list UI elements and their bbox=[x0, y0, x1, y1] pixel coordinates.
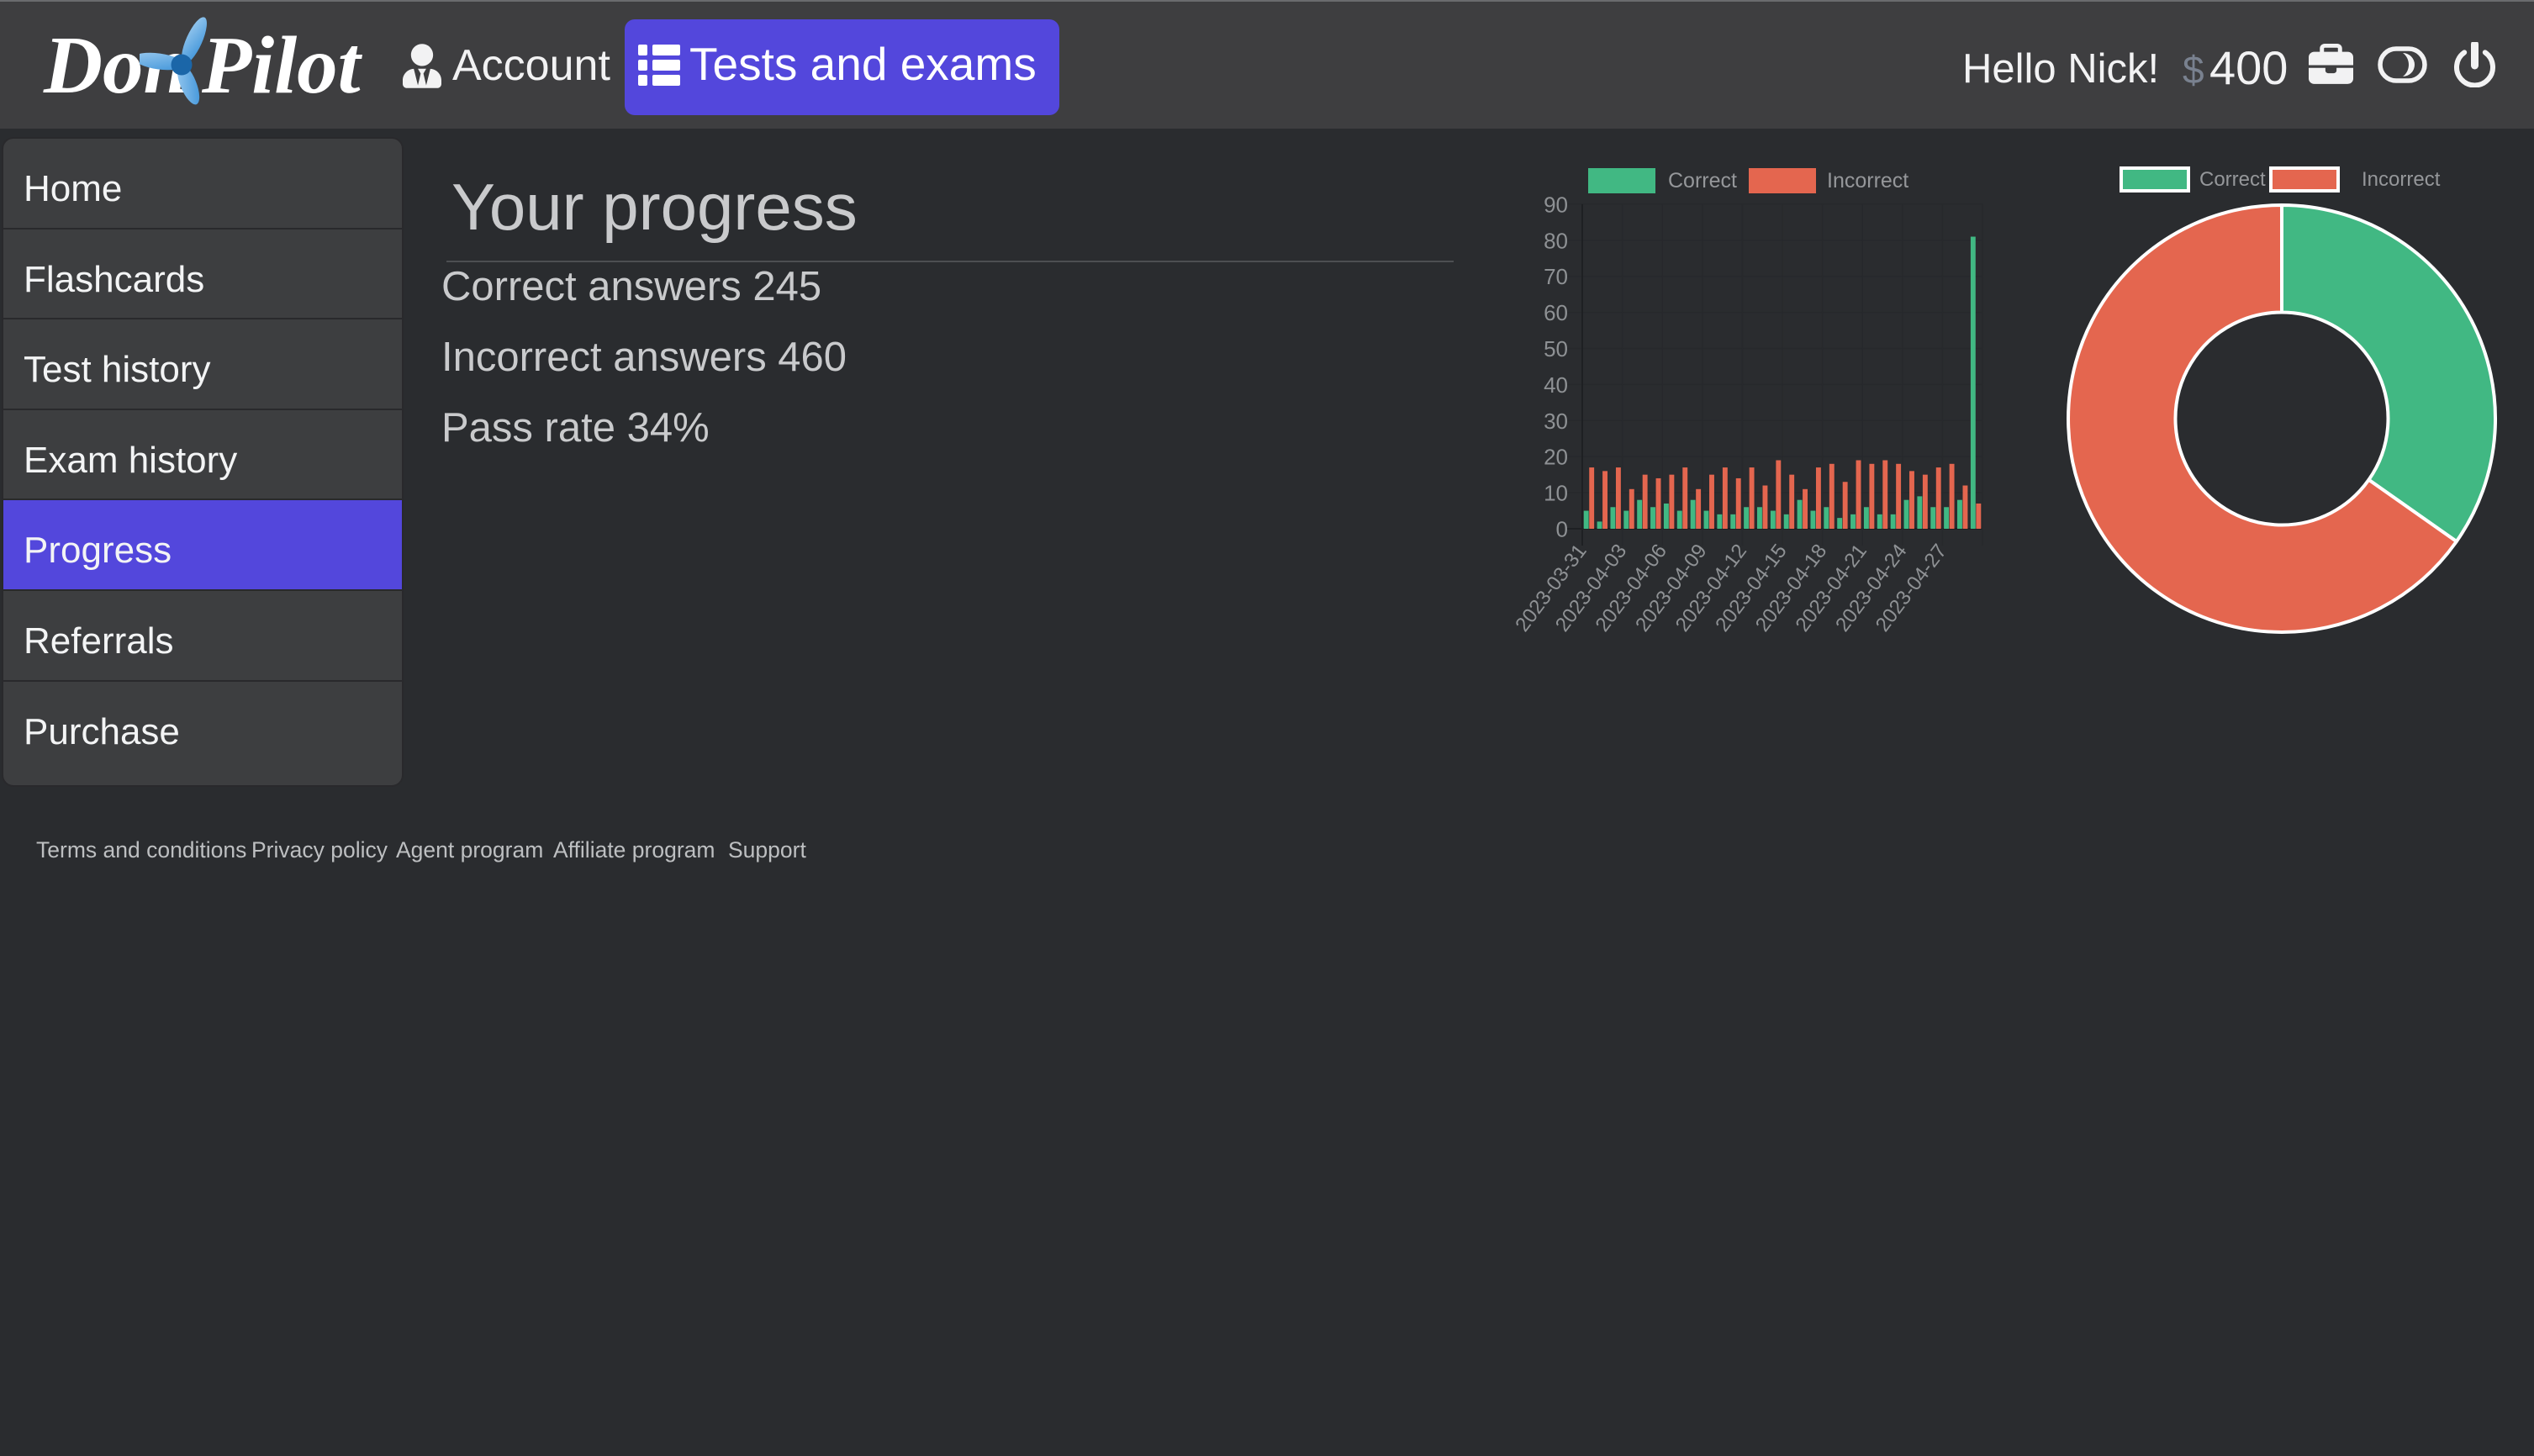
svg-text:50: 50 bbox=[1544, 336, 1568, 361]
svg-text:30: 30 bbox=[1544, 409, 1568, 434]
svg-text:0: 0 bbox=[1556, 517, 1568, 542]
svg-text:70: 70 bbox=[1544, 264, 1568, 289]
svg-text:80: 80 bbox=[1544, 228, 1568, 253]
svg-text:40: 40 bbox=[1544, 372, 1568, 398]
svg-text:20: 20 bbox=[1544, 445, 1568, 470]
svg-text:60: 60 bbox=[1544, 300, 1568, 325]
svg-text:90: 90 bbox=[1544, 192, 1568, 217]
svg-text:10: 10 bbox=[1544, 481, 1568, 506]
